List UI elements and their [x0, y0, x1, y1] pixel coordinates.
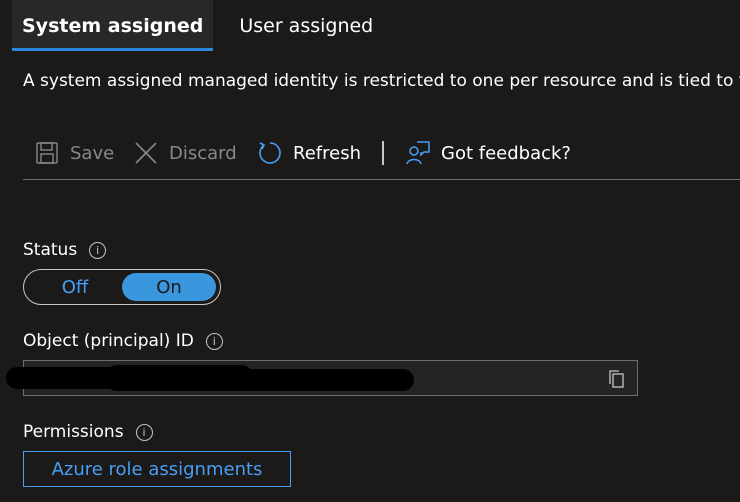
azure-role-assignments-button[interactable]: Azure role assignments	[23, 451, 291, 487]
status-on-option[interactable]: On	[122, 273, 216, 301]
tab-user-assigned[interactable]: User assigned	[229, 0, 383, 51]
tab-system-assigned[interactable]: System assigned	[12, 0, 214, 51]
permissions-label-row: Permissions i	[23, 422, 153, 442]
discard-button[interactable]: Discard	[133, 138, 237, 168]
refresh-button[interactable]: Refresh	[257, 138, 361, 168]
info-icon[interactable]: i	[135, 423, 153, 441]
copy-icon[interactable]	[607, 369, 627, 389]
discard-label: Discard	[169, 142, 237, 164]
status-off-option[interactable]: Off	[28, 273, 122, 301]
permissions-label: Permissions	[23, 422, 124, 442]
toolbar-divider	[382, 141, 384, 165]
close-icon	[133, 140, 159, 166]
save-button[interactable]: Save	[34, 138, 114, 168]
feedback-button[interactable]: Got feedback?	[405, 138, 571, 168]
save-icon	[34, 140, 60, 166]
command-bar: Save Discard Refresh Got feedback?	[23, 132, 740, 180]
object-id-field[interactable]	[6, 360, 638, 396]
description-text: A system assigned managed identity is re…	[23, 71, 740, 91]
feedback-icon	[405, 140, 431, 166]
object-id-label: Object (principal) ID	[23, 331, 194, 351]
status-label: Status	[23, 240, 78, 260]
redaction-mark	[224, 369, 414, 391]
managed-identity-panel: System assigned User assigned A system a…	[0, 0, 740, 502]
refresh-icon	[257, 140, 283, 166]
object-id-label-row: Object (principal) ID i	[23, 331, 223, 351]
info-icon[interactable]: i	[89, 241, 107, 259]
info-icon[interactable]: i	[205, 332, 223, 350]
refresh-label: Refresh	[293, 142, 361, 164]
save-label: Save	[70, 142, 115, 164]
identity-tabs: System assigned User assigned	[12, 0, 383, 51]
feedback-label: Got feedback?	[441, 142, 571, 164]
status-label-row: Status i	[23, 240, 107, 260]
status-toggle[interactable]: Off On	[23, 269, 221, 305]
